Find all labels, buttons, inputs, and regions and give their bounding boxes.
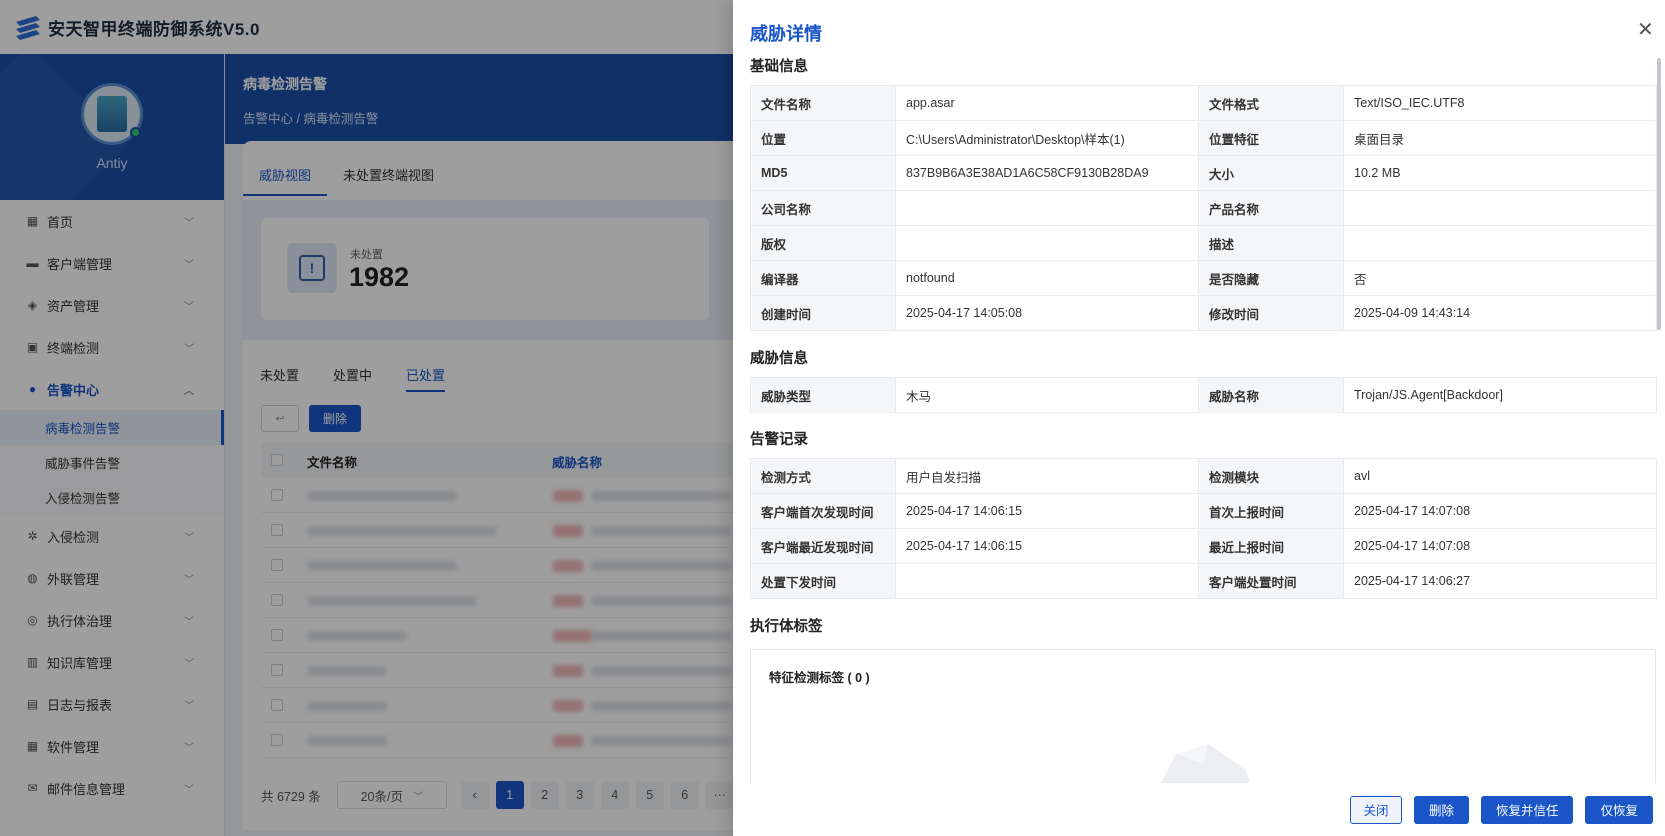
drawer-scrollbar[interactable]	[1657, 58, 1661, 330]
field-value	[1343, 190, 1657, 226]
field-label: 大小	[1198, 155, 1344, 191]
section-title-threat: 威胁信息	[750, 351, 808, 367]
threat-detail-drawer: 威胁详情 ✕ 基础信息 文件名称 app.asar 文件格式 Text/ISO_IEC…	[733, 0, 1665, 836]
delete-button[interactable]: 删除	[1413, 795, 1469, 824]
alert-record-row: 客户端最近发现时间 2025-04-17 14:06:15 最近上报时间 2025-0…	[750, 528, 1657, 564]
field-value: 2025-04-17 14:06:27	[1343, 563, 1657, 599]
field-label: 修改时间	[1198, 295, 1344, 331]
field-value: 2025-04-17 14:06:15	[895, 528, 1199, 564]
field-value: app.asar	[895, 85, 1199, 121]
basic-info-row: 文件名称 app.asar 文件格式 Text/ISO_IEC.UTF8	[750, 85, 1657, 121]
threat-info-row: 威胁类型 木马 威胁名称 Trojan/JS.Agent[Backdoor]	[750, 377, 1657, 413]
alert-record-row: 处置下发时间 客户端处置时间 2025-04-17 14:06:27	[750, 563, 1657, 599]
field-label: 描述	[1198, 225, 1344, 261]
field-label: 是否隐藏	[1198, 260, 1344, 296]
field-value: 2025-04-17 14:05:08	[895, 295, 1199, 331]
field-label: 检测模块	[1198, 458, 1344, 494]
alert-record-row: 客户端首次发现时间 2025-04-17 14:06:15 首次上报时间 2025-0…	[750, 493, 1657, 529]
drawer-title: 威胁详情	[750, 24, 822, 44]
field-value: 2025-04-17 14:07:08	[1343, 528, 1657, 564]
field-value: 桌面目录	[1343, 120, 1657, 156]
threat-info-table: 威胁类型 木马 威胁名称 Trojan/JS.Agent[Backdoor]	[750, 377, 1657, 413]
basic-info-row: MD5 837B9B6A3E38AD1A6C58CF9130B28DA9 大小 10.…	[750, 155, 1657, 191]
field-value: avl	[1343, 458, 1657, 494]
field-value: 837B9B6A3E38AD1A6C58CF9130B28DA9	[895, 155, 1199, 191]
field-label: 威胁类型	[750, 377, 896, 413]
feature-tag-box: 特征检测标签 ( 0 )	[750, 649, 1656, 783]
close-button[interactable]: 关闭	[1349, 795, 1402, 824]
field-value: 2025-04-09 14:43:14	[1343, 295, 1657, 331]
empty-state-icon	[1160, 744, 1251, 783]
section-title-alert: 告警记录	[750, 432, 808, 448]
field-label: 编译器	[750, 260, 896, 296]
alert-record-row: 检测方式 用户自发扫描 检测模块 avl	[750, 458, 1657, 494]
section-title-tags: 执行体标签	[750, 619, 823, 635]
field-label: 客户端处置时间	[1198, 563, 1344, 599]
field-value	[1343, 225, 1657, 261]
field-value: 否	[1343, 260, 1657, 296]
field-label: 创建时间	[750, 295, 896, 331]
field-value: 用户自发扫描	[895, 458, 1199, 494]
field-value: 10.2 MB	[1343, 155, 1657, 191]
field-label: 版权	[750, 225, 896, 261]
field-label: 位置	[750, 120, 896, 156]
field-label: 产品名称	[1198, 190, 1344, 226]
basic-info-row: 公司名称 产品名称	[750, 190, 1657, 226]
feature-tag-title: 特征检测标签 ( 0 )	[769, 671, 870, 685]
field-label: 客户端首次发现时间	[750, 493, 896, 529]
field-value: Text/ISO_IEC.UTF8	[1343, 85, 1657, 121]
section-title-basic: 基础信息	[750, 59, 808, 75]
basic-info-table: 文件名称 app.asar 文件格式 Text/ISO_IEC.UTF8 位置 C:\Us…	[750, 85, 1657, 331]
modal-overlay[interactable]	[0, 0, 733, 836]
drawer-footer: 关闭 删除 恢复并信任 仅恢复	[733, 783, 1665, 836]
field-label: 位置特征	[1198, 120, 1344, 156]
field-label: 最近上报时间	[1198, 528, 1344, 564]
restore-and-trust-button[interactable]: 恢复并信任	[1480, 795, 1574, 824]
field-value	[895, 563, 1199, 599]
basic-info-row: 位置 C:\Users\Administrator\Desktop\样本(1) 位置…	[750, 120, 1657, 156]
basic-info-row: 编译器 notfound 是否隐藏否	[750, 260, 1657, 296]
field-value: 木马	[895, 377, 1199, 413]
field-value: 2025-04-17 14:06:15	[895, 493, 1199, 529]
field-value: Trojan/JS.Agent[Backdoor]	[1343, 377, 1657, 413]
field-label: 公司名称	[750, 190, 896, 226]
field-label: MD5	[750, 155, 896, 191]
field-label: 客户端最近发现时间	[750, 528, 896, 564]
field-label: 检测方式	[750, 458, 896, 494]
basic-info-row: 版权 描述	[750, 225, 1657, 261]
field-label: 威胁名称	[1198, 377, 1344, 413]
field-value	[895, 225, 1199, 261]
basic-info-row: 创建时间 2025-04-17 14:05:08 修改时间 2025-04-09 14…	[750, 295, 1657, 331]
field-label: 首次上报时间	[1198, 493, 1344, 529]
field-value	[895, 190, 1199, 226]
alert-record-table: 检测方式 用户自发扫描 检测模块 avl 客户端首次发现时间 2025-04-17 14:…	[750, 458, 1657, 599]
close-icon[interactable]: ✕	[1637, 20, 1654, 40]
field-label: 文件格式	[1198, 85, 1344, 121]
restore-only-button[interactable]: 仅恢复	[1585, 795, 1653, 824]
field-label: 文件名称	[750, 85, 896, 121]
field-value: 2025-04-17 14:07:08	[1343, 493, 1657, 529]
field-value: notfound	[895, 260, 1199, 296]
drawer-body[interactable]: 基础信息 文件名称 app.asar 文件格式 Text/ISO_IEC.UTF8 位置…	[733, 48, 1665, 783]
field-value: C:\Users\Administrator\Desktop\样本(1)	[895, 120, 1199, 156]
field-label: 处置下发时间	[750, 563, 896, 599]
